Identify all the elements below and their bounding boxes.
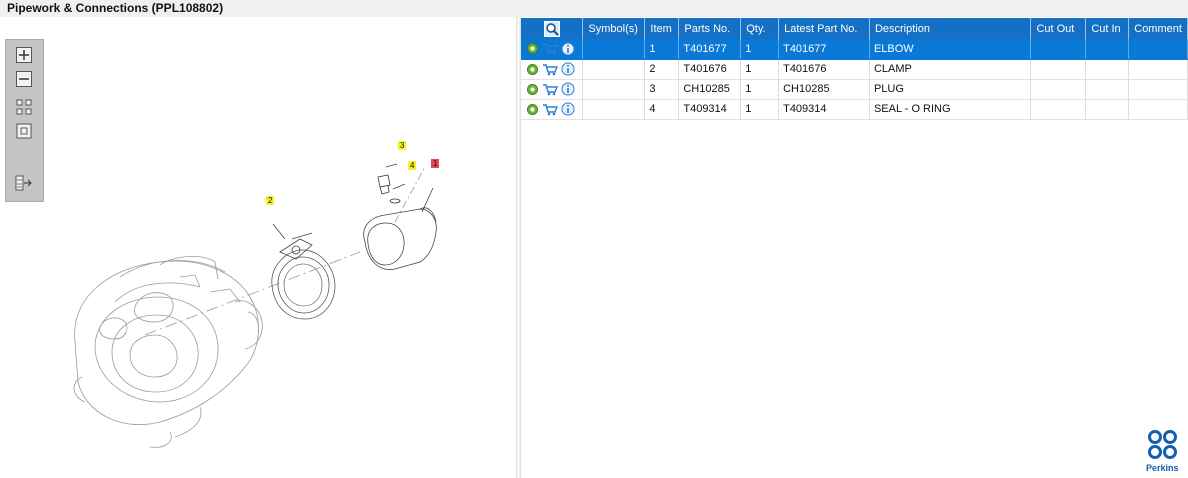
row-actions-cell [521, 59, 584, 80]
item-cell: 3 [644, 79, 680, 100]
latest-part-no-cell: T401677 [778, 39, 870, 60]
callout-2-label: 2 [268, 196, 273, 205]
symbols-cell [582, 39, 646, 60]
row-actions-cell [521, 39, 584, 60]
column-header-parts-no[interactable]: Parts No. [678, 18, 742, 39]
item-cell: 2 [644, 59, 680, 80]
row-actions-cell [521, 99, 584, 120]
part-no-cell: T409314 [678, 99, 742, 120]
info-icon[interactable] [561, 102, 575, 116]
item-cell: 1 [644, 39, 680, 60]
brand-name: Perkins [1146, 463, 1179, 473]
qty-cell: 1 [740, 59, 780, 80]
gear-icon[interactable] [526, 103, 539, 116]
callout-1-label: 1 [433, 159, 438, 168]
info-icon[interactable] [561, 82, 575, 96]
latest-part-no-cell: T409314 [778, 99, 870, 120]
description-cell: ELBOW [869, 39, 1032, 60]
column-header-comment[interactable]: Comment [1128, 18, 1188, 39]
column-header-description[interactable]: Description [869, 18, 1032, 39]
table-body: 1 T401677 1 T401677 ELBOW 2 T401676 1 T401676 CL… [521, 39, 1188, 120]
export-icon[interactable] [15, 174, 33, 192]
window-title: Pipework & Connections (PPL108802) [7, 1, 224, 15]
diagram-pane[interactable]: 1 2 3 4 [0, 17, 516, 478]
cut-in-cell [1085, 99, 1130, 120]
latest-part-no-cell: T401676 [778, 59, 870, 80]
symbols-cell [582, 99, 646, 120]
table-row[interactable]: 1 T401677 1 T401677 ELBOW [521, 39, 1188, 60]
fit-all-icon[interactable] [15, 98, 33, 116]
description-cell: SEAL - O RING [869, 99, 1032, 120]
info-icon[interactable] [561, 62, 575, 76]
table-row[interactable]: 4 T409314 1 T409314 SEAL - O RING [521, 99, 1188, 120]
qty-cell: 1 [740, 39, 780, 60]
cut-out-cell [1030, 59, 1087, 80]
parts-list-pane: Symbol(s) Item Parts No. Qty. Latest Par… [521, 17, 1188, 478]
viewer-toolbar [5, 39, 44, 202]
table-header: Symbol(s) Item Parts No. Qty. Latest Par… [521, 18, 1188, 39]
zoom-out-icon[interactable] [15, 70, 33, 88]
zoom-in-icon[interactable] [15, 46, 33, 64]
table-row[interactable]: 3 CH10285 1 CH10285 PLUG [521, 79, 1188, 100]
cut-in-cell [1085, 59, 1130, 80]
column-header-cut-in[interactable]: Cut In [1085, 18, 1130, 39]
cart-icon[interactable] [542, 42, 559, 55]
table-row[interactable]: 2 T401676 1 T401676 CLAMP [521, 59, 1188, 80]
symbols-cell [582, 59, 646, 80]
cut-in-cell [1085, 79, 1130, 100]
exploded-parts-diagram[interactable]: 1 2 3 4 [0, 17, 516, 478]
part-no-cell: T401677 [678, 39, 742, 60]
gear-icon[interactable] [526, 83, 539, 96]
cut-out-cell [1030, 99, 1087, 120]
row-actions-cell [521, 79, 584, 100]
cart-icon[interactable] [542, 83, 559, 96]
description-cell: CLAMP [869, 59, 1032, 80]
cut-out-cell [1030, 79, 1087, 100]
qty-cell: 1 [740, 79, 780, 100]
cut-in-cell [1085, 39, 1130, 60]
cart-icon[interactable] [542, 63, 559, 76]
cart-icon[interactable] [542, 103, 559, 116]
comment-cell [1128, 59, 1188, 80]
zoom-search-icon[interactable] [543, 20, 560, 37]
part-no-cell: T401676 [678, 59, 742, 80]
parts-table: Symbol(s) Item Parts No. Qty. Latest Par… [521, 18, 1188, 120]
qty-cell: 1 [740, 99, 780, 120]
callout-4-label: 4 [410, 161, 415, 170]
gear-icon[interactable] [526, 42, 539, 55]
comment-cell [1128, 39, 1188, 60]
item-cell: 4 [644, 99, 680, 120]
symbols-cell [582, 79, 646, 100]
column-header-qty[interactable]: Qty. [740, 18, 780, 39]
info-icon[interactable] [561, 42, 575, 56]
column-header-item[interactable]: Item [644, 18, 680, 39]
part-no-cell: CH10285 [678, 79, 742, 100]
comment-cell [1128, 79, 1188, 100]
callout-3-label: 3 [400, 141, 405, 150]
header-search-cell[interactable] [521, 18, 584, 39]
comment-cell [1128, 99, 1188, 120]
column-header-symbols[interactable]: Symbol(s) [582, 18, 646, 39]
column-header-latest-part-no[interactable]: Latest Part No. [778, 18, 870, 39]
title-bar: Pipework & Connections (PPL108802) [0, 0, 1188, 17]
gear-icon[interactable] [526, 63, 539, 76]
cut-out-cell [1030, 39, 1087, 60]
column-header-cut-out[interactable]: Cut Out [1030, 18, 1087, 39]
latest-part-no-cell: CH10285 [778, 79, 870, 100]
description-cell: PLUG [869, 79, 1032, 100]
fit-window-icon[interactable] [15, 122, 33, 140]
